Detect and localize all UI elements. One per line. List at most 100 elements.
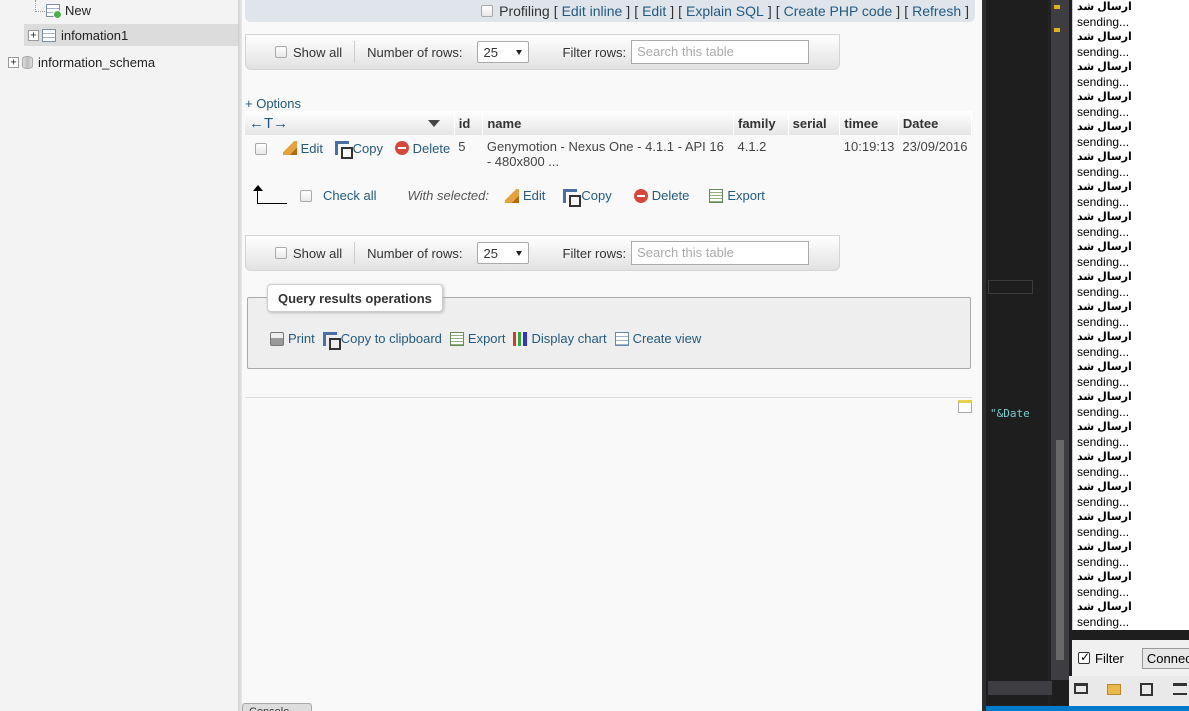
show-all-label[interactable]: Show all [293,45,342,60]
menu-icon[interactable] [1173,683,1187,695]
check-all-checkbox[interactable] [300,189,312,202]
check-all-link[interactable]: Check all [323,188,376,203]
show-all-checkbox[interactable] [275,247,287,259]
vertical-scrollbar[interactable] [1051,0,1069,680]
filter-label: Filter rows: [562,44,627,60]
column-header-name[interactable]: name [482,111,734,135]
expand-icon[interactable]: + [28,29,39,41]
bracket-open: [ [678,3,682,19]
log-line: ارسال شد [1077,391,1132,403]
rows-select[interactable]: 25 [476,41,529,63]
row-checkbox[interactable] [255,143,267,155]
log-line: ارسال شد [1077,91,1132,103]
editor-line-box [988,280,1033,294]
expand-icon[interactable]: + [8,56,19,68]
tree-item-infomation1[interactable]: + infomation1 [24,24,238,46]
console-tab[interactable]: Console [242,703,312,711]
tree-line [35,11,45,12]
explain-sql-link[interactable]: Explain SQL [686,3,764,19]
cell-id[interactable]: 5 [454,135,483,173]
tree-item-new[interactable]: New [46,0,91,20]
folder-icon[interactable] [1107,684,1121,695]
filter-rows-input[interactable]: Search this table [631,40,810,64]
refresh-link[interactable]: Refresh [912,3,961,19]
row-edit-link[interactable]: Edit [301,141,323,156]
divider [354,242,356,264]
column-header-serial[interactable]: serial [788,111,841,135]
log-line: sending... [1077,255,1130,269]
filter-rows-input[interactable]: Search this table [631,241,810,265]
profiling-checkbox[interactable] [481,5,494,17]
tree-item-schema-label[interactable]: information_schema [38,55,155,70]
table-navigation-top: Show all Number of rows: 25 Filter rows:… [245,34,840,70]
bracket-close: ] [896,3,901,19]
rows-select[interactable]: 25 [476,242,529,264]
rows-select-value: 25 [483,245,498,261]
scroll-thumb[interactable] [1056,440,1064,660]
show-all-checkbox[interactable] [275,46,287,58]
log-line: ارسال شد [1077,271,1132,283]
export-link[interactable]: Export [468,331,506,346]
bulk-edit-link[interactable]: Edit [523,188,545,203]
connect-button[interactable]: Connect [1141,647,1189,669]
tree-item-new-label[interactable]: New [65,3,91,18]
log-line: ارسال شد [1077,451,1132,463]
log-line: sending... [1077,615,1130,629]
column-header-datee[interactable]: Datee [898,111,973,135]
tree-item-table-label[interactable]: infomation1 [61,28,128,43]
cell-timee[interactable]: 10:19:13 [840,135,899,173]
column-header-family[interactable]: family [733,111,789,135]
divider [354,41,356,63]
editor-code-area[interactable] [988,0,1053,400]
bracket-close: ] [670,3,675,19]
query-results-operations-title: Query results operations [267,284,443,312]
log-line: sending... [1077,165,1130,179]
log-line: ارسال شد [1077,481,1132,493]
layout-icon[interactable] [1074,683,1088,694]
column-header-timee[interactable]: timee [839,111,899,135]
log-line: ارسال شد [1077,361,1132,373]
edit-sql-link[interactable]: Edit [642,3,666,19]
column-menu-icon[interactable] [427,120,440,127]
cell-name[interactable]: Genymotion - Nexus One - 4.1.1 - API 16 … [483,135,734,173]
create-view-link[interactable]: Create view [633,331,702,346]
bracket-open: [ [904,3,909,19]
row-copy-link[interactable]: Copy [353,141,383,156]
log-line: sending... [1077,45,1130,59]
bulk-copy-link[interactable]: Copy [581,188,611,203]
bookmark-icon[interactable] [958,400,972,413]
edit-inline-link[interactable]: Edit inline [562,3,623,19]
show-all-label[interactable]: Show all [293,246,342,261]
scroll-marker [1054,5,1060,9]
cell-family[interactable]: 4.1.2 [734,135,789,173]
log-line: ارسال شد [1077,541,1132,553]
display-chart-link[interactable]: Display chart [531,331,606,346]
print-link[interactable]: Print [288,331,315,346]
table-icon [42,28,56,42]
copy-to-clipboard-link[interactable]: Copy to clipboard [341,331,442,346]
actions-column-header: ←T→ [245,111,455,135]
column-sort-arrows[interactable]: ←T→ [249,115,288,132]
row-actions: Edit Copy Delete [245,135,454,173]
options-link[interactable]: + Options [245,96,301,111]
bracket-close: ] [965,3,969,19]
filter-checkbox[interactable]: ✓ [1078,650,1090,664]
create-view-icon [614,331,629,346]
table-navigation-bottom: Show all Number of rows: 25 Filter rows:… [245,235,840,271]
with-selected-label: With selected: [407,188,489,203]
filter-label: Filter [1095,650,1124,666]
tree-item-information-schema[interactable]: + information_schema [8,52,155,72]
bulk-export-link[interactable]: Export [727,188,765,203]
scroll-marker [1054,28,1060,32]
horizontal-scrollbar[interactable] [988,681,1052,695]
bulk-delete-link[interactable]: Delete [652,188,690,203]
profiling-label: Profiling [499,3,550,19]
create-php-code-link[interactable]: Create PHP code [784,3,893,19]
row-delete-link[interactable]: Delete [413,141,451,156]
log-line: sending... [1077,105,1130,119]
new-table-icon [46,3,62,19]
cell-serial[interactable] [788,135,840,173]
cell-datee[interactable]: 23/09/2016 [898,135,971,173]
grid-icon[interactable] [1140,683,1153,696]
column-header-id[interactable]: id [454,111,484,135]
